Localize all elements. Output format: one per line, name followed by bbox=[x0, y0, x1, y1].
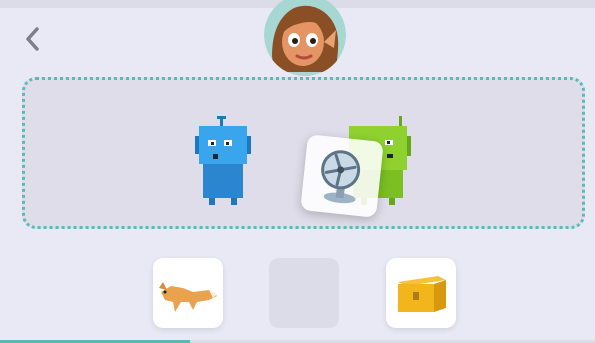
dragged-item-card[interactable] bbox=[300, 134, 384, 218]
back-button[interactable] bbox=[20, 24, 48, 54]
desk-fan-icon bbox=[321, 150, 361, 204]
fox-icon bbox=[159, 282, 217, 312]
girl-avatar-icon bbox=[264, 0, 346, 76]
chevron-left-icon bbox=[26, 27, 39, 51]
blue-robot-icon bbox=[195, 116, 251, 205]
option-fox[interactable] bbox=[153, 258, 223, 328]
treasure-box-icon bbox=[398, 276, 446, 312]
empty-answer-slot[interactable] bbox=[269, 258, 339, 328]
option-treasure-box[interactable] bbox=[386, 258, 456, 328]
avatar bbox=[264, 0, 346, 76]
